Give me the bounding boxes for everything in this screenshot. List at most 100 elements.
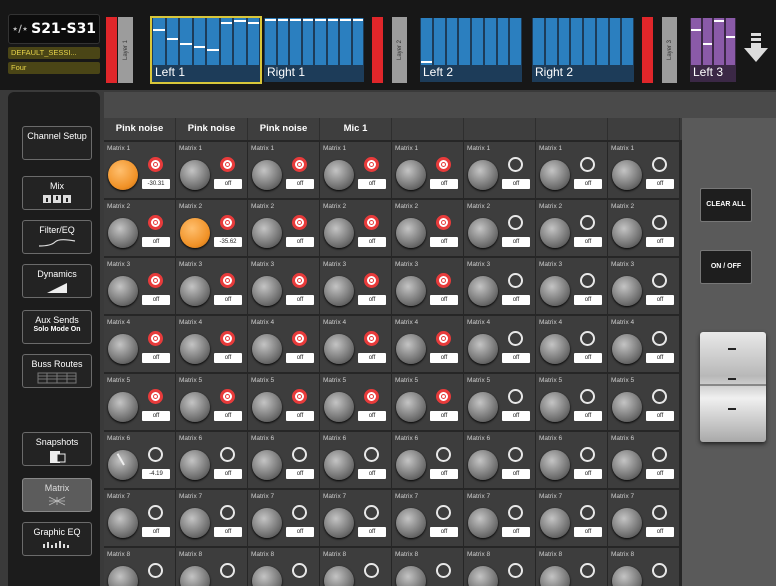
matrix-cell[interactable]: Matrix 1 off bbox=[536, 142, 607, 198]
send-on-button[interactable] bbox=[580, 331, 595, 346]
send-on-button[interactable] bbox=[508, 331, 523, 346]
level-knob[interactable] bbox=[180, 160, 210, 190]
level-knob[interactable] bbox=[540, 566, 570, 586]
matrix-cell[interactable]: Matrix 5 off bbox=[536, 374, 607, 430]
level-knob[interactable] bbox=[324, 450, 354, 480]
matrix-cell[interactable]: Matrix 1 off bbox=[608, 142, 679, 198]
level-knob[interactable] bbox=[180, 392, 210, 422]
matrix-cell[interactable]: Matrix 2 off bbox=[248, 200, 319, 256]
send-on-button[interactable] bbox=[220, 215, 235, 230]
matrix-cell[interactable]: Matrix 8 bbox=[176, 548, 247, 586]
matrix-cell[interactable]: Matrix 7 off bbox=[392, 490, 463, 546]
session-name[interactable]: DEFAULT_SESSI... bbox=[8, 47, 100, 59]
matrix-cell[interactable]: Matrix 1 off bbox=[176, 142, 247, 198]
send-on-button[interactable] bbox=[580, 447, 595, 462]
send-on-button[interactable] bbox=[148, 389, 163, 404]
send-on-button[interactable] bbox=[292, 563, 307, 578]
level-knob[interactable] bbox=[540, 334, 570, 364]
level-knob[interactable] bbox=[396, 508, 426, 538]
send-on-button[interactable] bbox=[148, 273, 163, 288]
bank-right-2[interactable]: Right 2 bbox=[532, 18, 634, 82]
send-on-button[interactable] bbox=[292, 215, 307, 230]
bank-right-1[interactable]: Right 1 bbox=[264, 18, 364, 82]
matrix-cell[interactable]: Matrix 2 -35.62 bbox=[176, 200, 247, 256]
matrix-cell[interactable]: Matrix 3 off bbox=[248, 258, 319, 314]
matrix-cell[interactable]: Matrix 4 off bbox=[104, 316, 175, 372]
send-on-button[interactable] bbox=[436, 157, 451, 172]
matrix-cell[interactable]: Matrix 3 off bbox=[104, 258, 175, 314]
level-knob[interactable] bbox=[108, 392, 138, 422]
matrix-cell[interactable]: Matrix 5 off bbox=[248, 374, 319, 430]
matrix-cell[interactable]: Matrix 5 off bbox=[392, 374, 463, 430]
matrix-cell[interactable]: Matrix 5 off bbox=[320, 374, 391, 430]
level-knob[interactable] bbox=[252, 392, 282, 422]
level-knob[interactable] bbox=[540, 160, 570, 190]
send-on-button[interactable] bbox=[292, 447, 307, 462]
send-on-button[interactable] bbox=[508, 505, 523, 520]
send-on-button[interactable] bbox=[652, 331, 667, 346]
matrix-cell[interactable]: Matrix 3 off bbox=[608, 258, 679, 314]
level-knob[interactable] bbox=[324, 566, 354, 586]
matrix-cell[interactable]: Matrix 1 off bbox=[392, 142, 463, 198]
send-on-button[interactable] bbox=[148, 157, 163, 172]
level-knob[interactable] bbox=[252, 334, 282, 364]
matrix-cell[interactable]: Matrix 1 -30.31 bbox=[104, 142, 175, 198]
matrix-cell[interactable]: Matrix 5 off bbox=[176, 374, 247, 430]
matrix-cell[interactable]: Matrix 3 off bbox=[176, 258, 247, 314]
level-knob[interactable] bbox=[324, 392, 354, 422]
layer-2-tab[interactable]: Layer 2 bbox=[392, 17, 407, 83]
send-on-button[interactable] bbox=[364, 389, 379, 404]
matrix-cell[interactable]: Matrix 6 off bbox=[608, 432, 679, 488]
down-arrow-icon[interactable] bbox=[742, 30, 770, 66]
level-knob[interactable] bbox=[396, 218, 426, 248]
level-knob[interactable] bbox=[180, 334, 210, 364]
matrix-cell[interactable]: Matrix 2 off bbox=[320, 200, 391, 256]
matrix-cell[interactable]: Matrix 4 off bbox=[608, 316, 679, 372]
level-knob[interactable] bbox=[612, 566, 642, 586]
level-knob[interactable] bbox=[108, 276, 138, 306]
level-knob[interactable] bbox=[468, 392, 498, 422]
send-on-button[interactable] bbox=[220, 331, 235, 346]
matrix-cell[interactable]: Matrix 6 off bbox=[176, 432, 247, 488]
level-knob[interactable] bbox=[396, 160, 426, 190]
sidebar-item-buss-routes[interactable]: Buss Routes bbox=[22, 354, 92, 388]
level-knob[interactable] bbox=[396, 392, 426, 422]
matrix-cell[interactable]: Matrix 2 off bbox=[608, 200, 679, 256]
matrix-cell[interactable]: Matrix 2 off bbox=[536, 200, 607, 256]
sidebar-item-aux-sends[interactable]: Aux Sends Solo Mode On bbox=[22, 310, 92, 344]
send-on-button[interactable] bbox=[292, 331, 307, 346]
matrix-cell[interactable]: Matrix 8 bbox=[464, 548, 535, 586]
level-knob[interactable] bbox=[540, 450, 570, 480]
fader-cap[interactable] bbox=[700, 332, 766, 442]
level-knob[interactable] bbox=[468, 508, 498, 538]
layer-1-tab[interactable]: Layer 1 bbox=[118, 17, 133, 83]
matrix-cell[interactable]: Matrix 6 off bbox=[320, 432, 391, 488]
send-on-button[interactable] bbox=[652, 389, 667, 404]
matrix-cell[interactable]: Matrix 5 off bbox=[464, 374, 535, 430]
level-knob[interactable] bbox=[108, 160, 138, 190]
bank-left-2[interactable]: Left 2 bbox=[420, 18, 522, 82]
level-knob[interactable] bbox=[468, 566, 498, 586]
send-on-button[interactable] bbox=[436, 563, 451, 578]
level-knob[interactable] bbox=[252, 450, 282, 480]
matrix-cell[interactable]: Matrix 2 off bbox=[104, 200, 175, 256]
send-on-button[interactable] bbox=[148, 331, 163, 346]
sidebar-item-mix[interactable]: Mix bbox=[22, 176, 92, 210]
level-knob[interactable] bbox=[468, 276, 498, 306]
matrix-cell[interactable]: Matrix 4 off bbox=[464, 316, 535, 372]
level-knob[interactable] bbox=[324, 508, 354, 538]
send-on-button[interactable] bbox=[436, 273, 451, 288]
send-on-button[interactable] bbox=[292, 505, 307, 520]
matrix-cell[interactable]: Matrix 3 off bbox=[392, 258, 463, 314]
level-knob[interactable] bbox=[468, 160, 498, 190]
send-on-button[interactable] bbox=[652, 447, 667, 462]
level-knob[interactable] bbox=[324, 276, 354, 306]
matrix-cell[interactable]: Matrix 6 off bbox=[392, 432, 463, 488]
send-on-button[interactable] bbox=[508, 215, 523, 230]
level-knob[interactable] bbox=[396, 450, 426, 480]
send-on-button[interactable] bbox=[436, 389, 451, 404]
send-on-button[interactable] bbox=[148, 215, 163, 230]
matrix-cell[interactable]: Matrix 1 off bbox=[320, 142, 391, 198]
matrix-cell[interactable]: Matrix 3 off bbox=[320, 258, 391, 314]
send-on-button[interactable] bbox=[652, 505, 667, 520]
